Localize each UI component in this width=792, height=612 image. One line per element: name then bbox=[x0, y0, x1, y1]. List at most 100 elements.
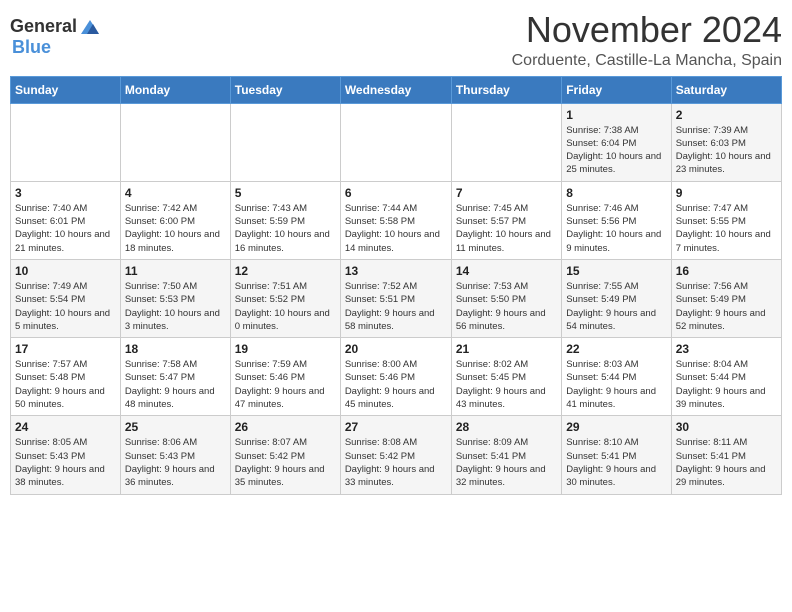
day-info: Sunrise: 7:50 AM Sunset: 5:53 PM Dayligh… bbox=[125, 280, 226, 333]
calendar-cell: 20 Sunrise: 8:00 AM Sunset: 5:46 PM Dayli… bbox=[340, 338, 451, 416]
day-number: 1 bbox=[566, 108, 666, 122]
calendar-cell: 6 Sunrise: 7:44 AM Sunset: 5:58 PM Daylig… bbox=[340, 181, 451, 259]
calendar-cell: 22 Sunrise: 8:03 AM Sunset: 5:44 PM Dayli… bbox=[562, 338, 671, 416]
logo-icon bbox=[79, 18, 101, 36]
calendar-cell: 9 Sunrise: 7:47 AM Sunset: 5:55 PM Daylig… bbox=[671, 181, 781, 259]
day-number: 29 bbox=[566, 420, 666, 434]
day-number: 17 bbox=[15, 342, 116, 356]
calendar-cell: 12Sunrise: 7:51 AM Sunset: 5:52 PM Dayli… bbox=[230, 259, 340, 337]
calendar-cell: 25Sunrise: 8:06 AM Sunset: 5:43 PM Dayli… bbox=[120, 416, 230, 494]
day-info: Sunrise: 7:40 AM Sunset: 6:01 PM Dayligh… bbox=[15, 202, 116, 255]
day-number: 8 bbox=[566, 186, 666, 200]
calendar-cell: 10 Sunrise: 7:49 AM Sunset: 5:54 PM Dayli… bbox=[11, 259, 121, 337]
day-number: 11 bbox=[125, 264, 226, 278]
day-info: Sunrise: 7:42 AM Sunset: 6:00 PM Dayligh… bbox=[125, 202, 226, 255]
day-number: 30 bbox=[676, 420, 777, 434]
calendar-cell bbox=[11, 103, 121, 181]
day-info: Sunrise: 7:59 AM Sunset: 5:46 PM Dayligh… bbox=[235, 358, 336, 411]
day-number: 16 bbox=[676, 264, 777, 278]
day-info: Sunrise: 7:52 AM Sunset: 5:51 PM Dayligh… bbox=[345, 280, 447, 333]
logo: General Blue bbox=[10, 16, 101, 58]
day-number: 5 bbox=[235, 186, 336, 200]
calendar-cell: 29 Sunrise: 8:10 AM Sunset: 5:41 PM Dayli… bbox=[562, 416, 671, 494]
day-info: Sunrise: 7:58 AM Sunset: 5:47 PM Dayligh… bbox=[125, 358, 226, 411]
day-info: Sunrise: 8:07 AM Sunset: 5:42 PM Dayligh… bbox=[235, 436, 336, 489]
location-title: Corduente, Castille-La Mancha, Spain bbox=[512, 52, 782, 70]
day-number: 22 bbox=[566, 342, 666, 356]
day-info: Sunrise: 7:49 AM Sunset: 5:54 PM Dayligh… bbox=[15, 280, 116, 333]
calendar-cell: 11 Sunrise: 7:50 AM Sunset: 5:53 PM Dayli… bbox=[120, 259, 230, 337]
week-row-2: 3Sunrise: 7:40 AM Sunset: 6:01 PM Daylig… bbox=[11, 181, 782, 259]
calendar-cell: 4Sunrise: 7:42 AM Sunset: 6:00 PM Daylig… bbox=[120, 181, 230, 259]
day-number: 9 bbox=[676, 186, 777, 200]
day-header-tuesday: Tuesday bbox=[230, 76, 340, 103]
calendar-cell: 8 Sunrise: 7:46 AM Sunset: 5:56 PM Daylig… bbox=[562, 181, 671, 259]
day-number: 21 bbox=[456, 342, 557, 356]
day-info: Sunrise: 7:43 AM Sunset: 5:59 PM Dayligh… bbox=[235, 202, 336, 255]
day-info: Sunrise: 8:10 AM Sunset: 5:41 PM Dayligh… bbox=[566, 436, 666, 489]
calendar-cell: 14 Sunrise: 7:53 AM Sunset: 5:50 PM Dayli… bbox=[451, 259, 561, 337]
day-info: Sunrise: 8:03 AM Sunset: 5:44 PM Dayligh… bbox=[566, 358, 666, 411]
day-header-monday: Monday bbox=[120, 76, 230, 103]
logo-blue: Blue bbox=[12, 37, 51, 58]
day-number: 25 bbox=[125, 420, 226, 434]
day-number: 23 bbox=[676, 342, 777, 356]
day-number: 20 bbox=[345, 342, 447, 356]
calendar-cell: 23 Sunrise: 8:04 AM Sunset: 5:44 PM Dayli… bbox=[671, 338, 781, 416]
day-header-sunday: Sunday bbox=[11, 76, 121, 103]
day-info: Sunrise: 7:38 AM Sunset: 6:04 PM Dayligh… bbox=[566, 124, 666, 177]
day-number: 19 bbox=[235, 342, 336, 356]
day-info: Sunrise: 7:53 AM Sunset: 5:50 PM Dayligh… bbox=[456, 280, 557, 333]
calendar-cell: 5 Sunrise: 7:43 AM Sunset: 5:59 PM Daylig… bbox=[230, 181, 340, 259]
calendar-cell bbox=[340, 103, 451, 181]
calendar-cell: 15Sunrise: 7:55 AM Sunset: 5:49 PM Dayli… bbox=[562, 259, 671, 337]
day-number: 28 bbox=[456, 420, 557, 434]
day-number: 6 bbox=[345, 186, 447, 200]
week-row-5: 24Sunrise: 8:05 AM Sunset: 5:43 PM Dayli… bbox=[11, 416, 782, 494]
calendar-header-row: SundayMondayTuesdayWednesdayThursdayFrid… bbox=[11, 76, 782, 103]
calendar-cell: 17Sunrise: 7:57 AM Sunset: 5:48 PM Dayli… bbox=[11, 338, 121, 416]
day-number: 13 bbox=[345, 264, 447, 278]
day-number: 14 bbox=[456, 264, 557, 278]
day-info: Sunrise: 8:11 AM Sunset: 5:41 PM Dayligh… bbox=[676, 436, 777, 489]
calendar-cell: 24Sunrise: 8:05 AM Sunset: 5:43 PM Dayli… bbox=[11, 416, 121, 494]
day-number: 12 bbox=[235, 264, 336, 278]
day-number: 24 bbox=[15, 420, 116, 434]
day-info: Sunrise: 7:46 AM Sunset: 5:56 PM Dayligh… bbox=[566, 202, 666, 255]
day-header-thursday: Thursday bbox=[451, 76, 561, 103]
logo-general: General bbox=[10, 16, 77, 37]
day-info: Sunrise: 8:04 AM Sunset: 5:44 PM Dayligh… bbox=[676, 358, 777, 411]
calendar-cell: 28 Sunrise: 8:09 AM Sunset: 5:41 PM Dayli… bbox=[451, 416, 561, 494]
day-info: Sunrise: 7:47 AM Sunset: 5:55 PM Dayligh… bbox=[676, 202, 777, 255]
calendar-cell: 16 Sunrise: 7:56 AM Sunset: 5:49 PM Dayli… bbox=[671, 259, 781, 337]
day-number: 27 bbox=[345, 420, 447, 434]
day-info: Sunrise: 8:02 AM Sunset: 5:45 PM Dayligh… bbox=[456, 358, 557, 411]
day-number: 15 bbox=[566, 264, 666, 278]
day-number: 18 bbox=[125, 342, 226, 356]
header: General Blue November 2024 Corduente, Ca… bbox=[10, 10, 782, 70]
calendar-cell: 2Sunrise: 7:39 AM Sunset: 6:03 PM Daylig… bbox=[671, 103, 781, 181]
day-info: Sunrise: 8:09 AM Sunset: 5:41 PM Dayligh… bbox=[456, 436, 557, 489]
calendar-cell: 21 Sunrise: 8:02 AM Sunset: 5:45 PM Dayli… bbox=[451, 338, 561, 416]
day-info: Sunrise: 7:44 AM Sunset: 5:58 PM Dayligh… bbox=[345, 202, 447, 255]
day-header-saturday: Saturday bbox=[671, 76, 781, 103]
calendar-table: SundayMondayTuesdayWednesdayThursdayFrid… bbox=[10, 76, 782, 495]
calendar-cell: 26Sunrise: 8:07 AM Sunset: 5:42 PM Dayli… bbox=[230, 416, 340, 494]
day-header-wednesday: Wednesday bbox=[340, 76, 451, 103]
day-info: Sunrise: 8:08 AM Sunset: 5:42 PM Dayligh… bbox=[345, 436, 447, 489]
calendar-cell bbox=[230, 103, 340, 181]
day-number: 10 bbox=[15, 264, 116, 278]
day-header-friday: Friday bbox=[562, 76, 671, 103]
month-title: November 2024 bbox=[512, 10, 782, 50]
day-info: Sunrise: 8:00 AM Sunset: 5:46 PM Dayligh… bbox=[345, 358, 447, 411]
week-row-4: 17Sunrise: 7:57 AM Sunset: 5:48 PM Dayli… bbox=[11, 338, 782, 416]
day-number: 7 bbox=[456, 186, 557, 200]
calendar-cell: 13 Sunrise: 7:52 AM Sunset: 5:51 PM Dayli… bbox=[340, 259, 451, 337]
day-number: 2 bbox=[676, 108, 777, 122]
day-info: Sunrise: 7:56 AM Sunset: 5:49 PM Dayligh… bbox=[676, 280, 777, 333]
day-info: Sunrise: 7:45 AM Sunset: 5:57 PM Dayligh… bbox=[456, 202, 557, 255]
calendar-cell: 18 Sunrise: 7:58 AM Sunset: 5:47 PM Dayli… bbox=[120, 338, 230, 416]
calendar-cell: 19 Sunrise: 7:59 AM Sunset: 5:46 PM Dayli… bbox=[230, 338, 340, 416]
calendar-cell bbox=[120, 103, 230, 181]
title-area: November 2024 Corduente, Castille-La Man… bbox=[512, 10, 782, 70]
